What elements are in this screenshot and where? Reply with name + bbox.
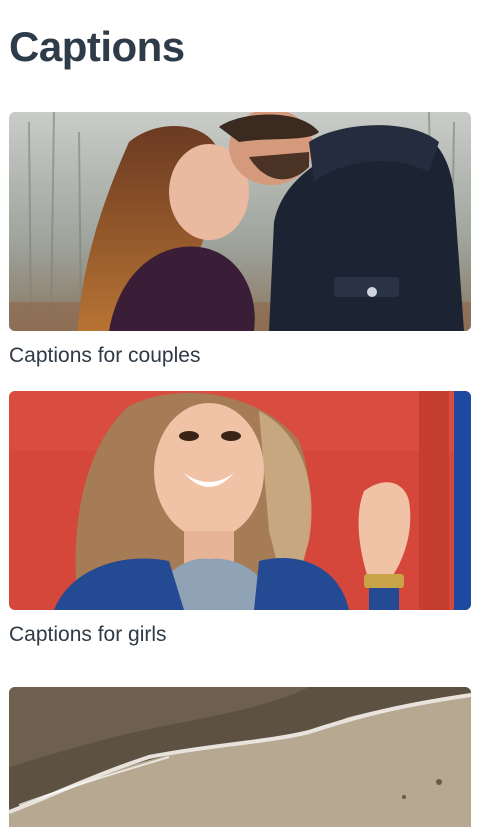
beach-photo[interactable] xyxy=(9,687,471,827)
couple-photo[interactable] xyxy=(9,112,471,331)
card-label-girls: Captions for girls xyxy=(9,623,167,646)
girl-photo[interactable] xyxy=(9,391,471,610)
category-card-couples[interactable]: Captions for couples xyxy=(9,112,471,369)
category-card-girls[interactable]: Captions for girls xyxy=(9,391,471,648)
card-label-couples: Captions for couples xyxy=(9,344,201,367)
category-card-beach[interactable] xyxy=(9,687,471,827)
page-title: Captions xyxy=(9,23,185,70)
